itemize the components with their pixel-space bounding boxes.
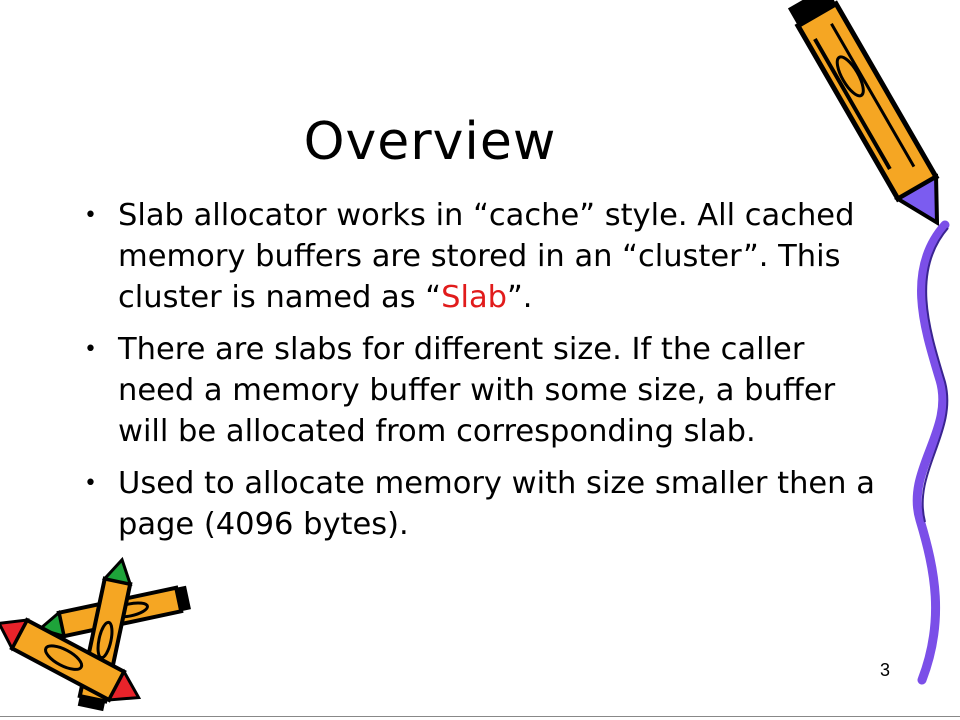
- slide: Overview • Slab allocator works in “cach…: [0, 0, 960, 720]
- crossed-pencils-icon: [0, 556, 191, 712]
